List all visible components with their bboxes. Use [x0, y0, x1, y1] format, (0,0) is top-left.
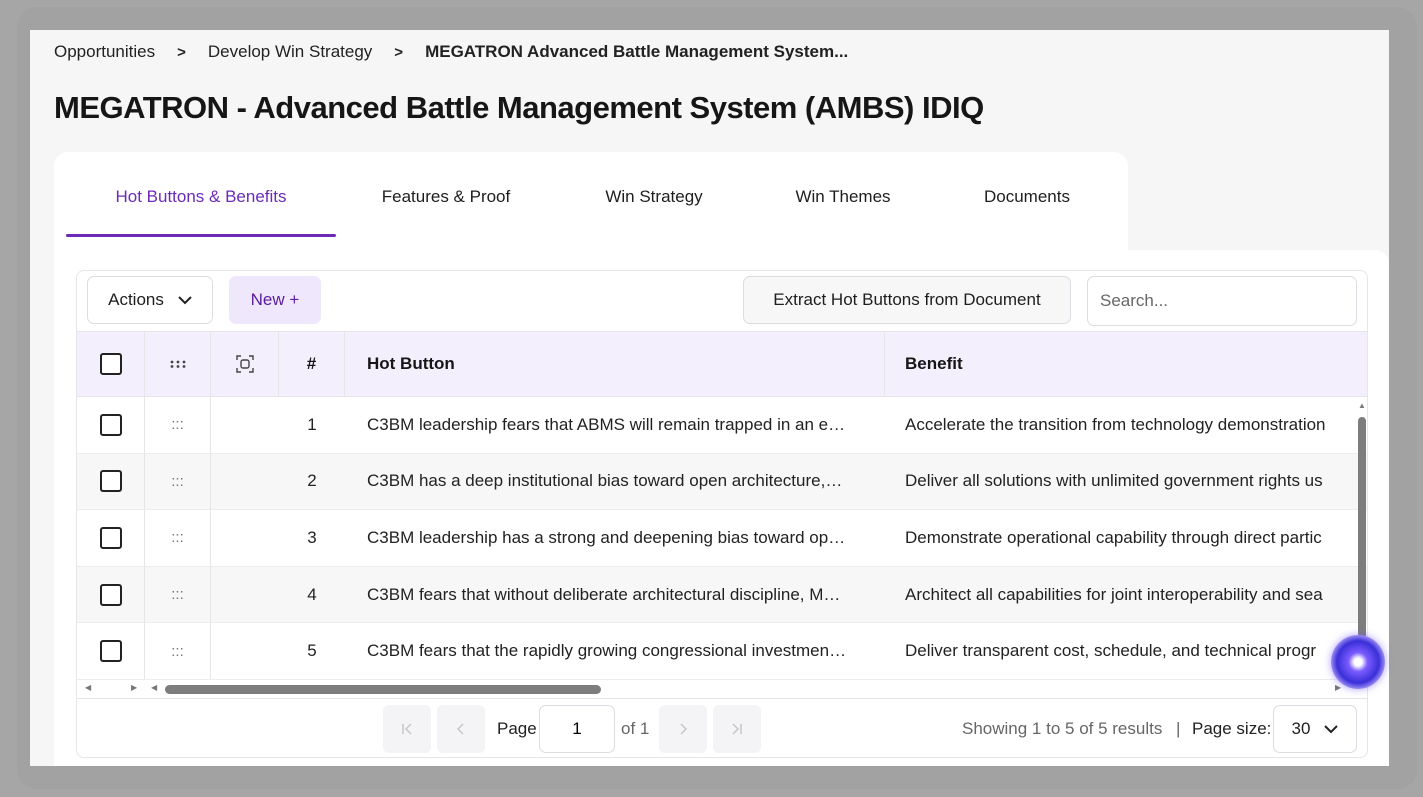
drag-dots-icon: [145, 332, 211, 396]
row-number: 1: [307, 414, 317, 434]
page-number-input[interactable]: [539, 705, 615, 753]
row-icon-cell: [211, 623, 279, 679]
tab-win-themes[interactable]: Win Themes: [788, 187, 898, 237]
tab-win-strategy[interactable]: Win Strategy: [594, 187, 714, 237]
actions-dropdown-button[interactable]: Actions: [87, 276, 213, 324]
hot-buttons-grid: Actions New + Extract Hot Buttons from D…: [76, 270, 1368, 758]
first-page-button[interactable]: [383, 705, 431, 753]
column-header-number[interactable]: #: [279, 332, 345, 396]
row-benefit[interactable]: Deliver all solutions with unlimited gov…: [885, 454, 1355, 510]
row-checkbox-cell: [77, 566, 145, 623]
breadcrumb-separator: >: [394, 43, 404, 61]
pinned-scroll-right-arrow-icon[interactable]: ▶: [131, 683, 137, 692]
row-checkbox[interactable]: [99, 413, 122, 436]
row-checkbox-cell: [77, 453, 145, 510]
pagination-bar: Page of 1 Showing 1 to 5 of 5 results | …: [77, 698, 1367, 757]
row-icon-cell: [211, 510, 279, 566]
table-row[interactable]: ::: 1 C3BM leadership fears that ABMS wi…: [77, 397, 1367, 454]
row-checkbox[interactable]: [99, 640, 122, 663]
page-size-select[interactable]: 30: [1273, 705, 1357, 753]
chevron-down-icon: [1324, 722, 1339, 737]
row-checkbox[interactable]: [99, 583, 122, 606]
row-checkbox-cell: [77, 623, 145, 679]
page: Opportunities > Develop Win Strategy > M…: [30, 30, 1389, 766]
row-hot-button[interactable]: C3BM fears that the rapidly growing cong…: [345, 623, 885, 679]
row-hot-button[interactable]: C3BM fears that without deliberate archi…: [345, 567, 885, 623]
row-number: 4: [307, 584, 317, 604]
actions-label: Actions: [108, 290, 164, 309]
row-checkbox[interactable]: [99, 526, 122, 549]
row-hot-button[interactable]: C3BM has a deep institutional bias towar…: [345, 454, 885, 510]
horizontal-scroll-thumb[interactable]: [165, 685, 601, 694]
column-header-benefit[interactable]: Benefit: [885, 332, 1355, 396]
page-size-value: 30: [1291, 719, 1311, 738]
row-icon-cell: [211, 454, 279, 510]
drag-handle-icon[interactable]: :::: [145, 453, 211, 510]
breadcrumb-item-opportunities[interactable]: Opportunities: [54, 42, 155, 62]
previous-page-button[interactable]: [437, 705, 485, 753]
scroll-right-arrow-icon[interactable]: ▶: [1335, 683, 1341, 692]
page-label: Page: [497, 719, 537, 738]
vertical-scroll-thumb[interactable]: [1358, 417, 1366, 672]
pager-divider: |: [1176, 719, 1181, 738]
results-summary: Showing 1 to 5 of 5 results: [962, 719, 1163, 738]
last-page-icon: [732, 723, 742, 735]
drag-handle-icon[interactable]: :::: [145, 566, 211, 623]
breadcrumb-item-current: MEGATRON Advanced Battle Management Syst…: [425, 42, 849, 61]
column-header-hot-button[interactable]: Hot Button: [345, 332, 885, 396]
page-size-label: Page size:: [1192, 719, 1272, 738]
row-benefit[interactable]: Accelerate the transition from technolog…: [885, 397, 1355, 453]
row-number: 2: [307, 471, 317, 491]
grid-toolbar: Actions New + Extract Hot Buttons from D…: [77, 271, 1367, 331]
drag-handle-icon[interactable]: :::: [145, 397, 211, 453]
scroll-left-arrow-icon[interactable]: ◀: [151, 683, 157, 692]
row-benefit[interactable]: Deliver transparent cost, schedule, and …: [885, 623, 1355, 679]
table-row[interactable]: ::: 3 C3BM leadership has a strong and d…: [77, 510, 1367, 567]
breadcrumb: Opportunities > Develop Win Strategy > M…: [54, 42, 848, 62]
row-number: 3: [307, 527, 317, 547]
table-row[interactable]: ::: 2 C3BM has a deep institutional bias…: [77, 453, 1367, 511]
tab-panel: Actions New + Extract Hot Buttons from D…: [54, 250, 1389, 766]
table-header: # Hot Button Benefit: [77, 331, 1367, 397]
new-button[interactable]: New +: [229, 276, 321, 324]
row-hot-button[interactable]: C3BM leadership has a strong and deepeni…: [345, 510, 885, 566]
drag-handle-icon[interactable]: :::: [145, 623, 211, 679]
next-page-button[interactable]: [659, 705, 707, 753]
pinned-scroll-left-arrow-icon[interactable]: ◀: [85, 683, 91, 692]
breadcrumb-separator: >: [177, 43, 186, 61]
tab-hot-buttons-benefits[interactable]: Hot Buttons & Benefits: [66, 187, 336, 237]
ai-assistant-orb-button[interactable]: [1331, 635, 1385, 689]
row-checkbox-cell: [77, 397, 145, 453]
search-input[interactable]: [1087, 276, 1357, 326]
first-page-icon: [402, 723, 412, 735]
select-frame-icon[interactable]: [211, 332, 279, 396]
breadcrumb-item-develop-win-strategy[interactable]: Develop Win Strategy: [208, 42, 372, 62]
extract-hot-buttons-button[interactable]: Extract Hot Buttons from Document: [743, 276, 1071, 324]
row-icon-cell: [211, 567, 279, 623]
row-icon-cell: [211, 397, 279, 453]
select-all-checkbox[interactable]: [99, 353, 122, 375]
tab-features-proof[interactable]: Features & Proof: [370, 187, 522, 237]
tab-bar: Hot Buttons & Benefits Features & Proof …: [54, 152, 1128, 252]
chevron-down-icon: [178, 293, 192, 308]
row-checkbox[interactable]: [99, 470, 122, 493]
row-hot-button[interactable]: C3BM leadership fears that ABMS will rem…: [345, 397, 885, 453]
table-body: ::: 1 C3BM leadership fears that ABMS wi…: [77, 397, 1367, 680]
row-checkbox-cell: [77, 510, 145, 566]
header-select-all-cell: [77, 332, 145, 396]
tab-documents[interactable]: Documents: [974, 187, 1080, 237]
page-title: MEGATRON - Advanced Battle Management Sy…: [54, 90, 984, 125]
row-benefit[interactable]: Architect all capabilities for joint int…: [885, 567, 1355, 623]
drag-handle-icon[interactable]: :::: [145, 510, 211, 566]
row-benefit[interactable]: Demonstrate operational capability throu…: [885, 510, 1355, 566]
last-page-button[interactable]: [713, 705, 761, 753]
chevron-left-icon: [456, 723, 464, 735]
table-row[interactable]: ::: 5 C3BM fears that the rapidly growin…: [77, 623, 1367, 680]
scroll-up-arrow-icon[interactable]: ▲: [1358, 401, 1366, 410]
horizontal-scrollbar[interactable]: ◀ ▶ ◀ ▶: [77, 680, 1367, 698]
page-count-label: of 1: [621, 719, 650, 738]
table-row[interactable]: ::: 4 C3BM fears that without deliberate…: [77, 566, 1367, 624]
row-number: 5: [307, 641, 317, 661]
chevron-right-icon: [680, 723, 688, 735]
